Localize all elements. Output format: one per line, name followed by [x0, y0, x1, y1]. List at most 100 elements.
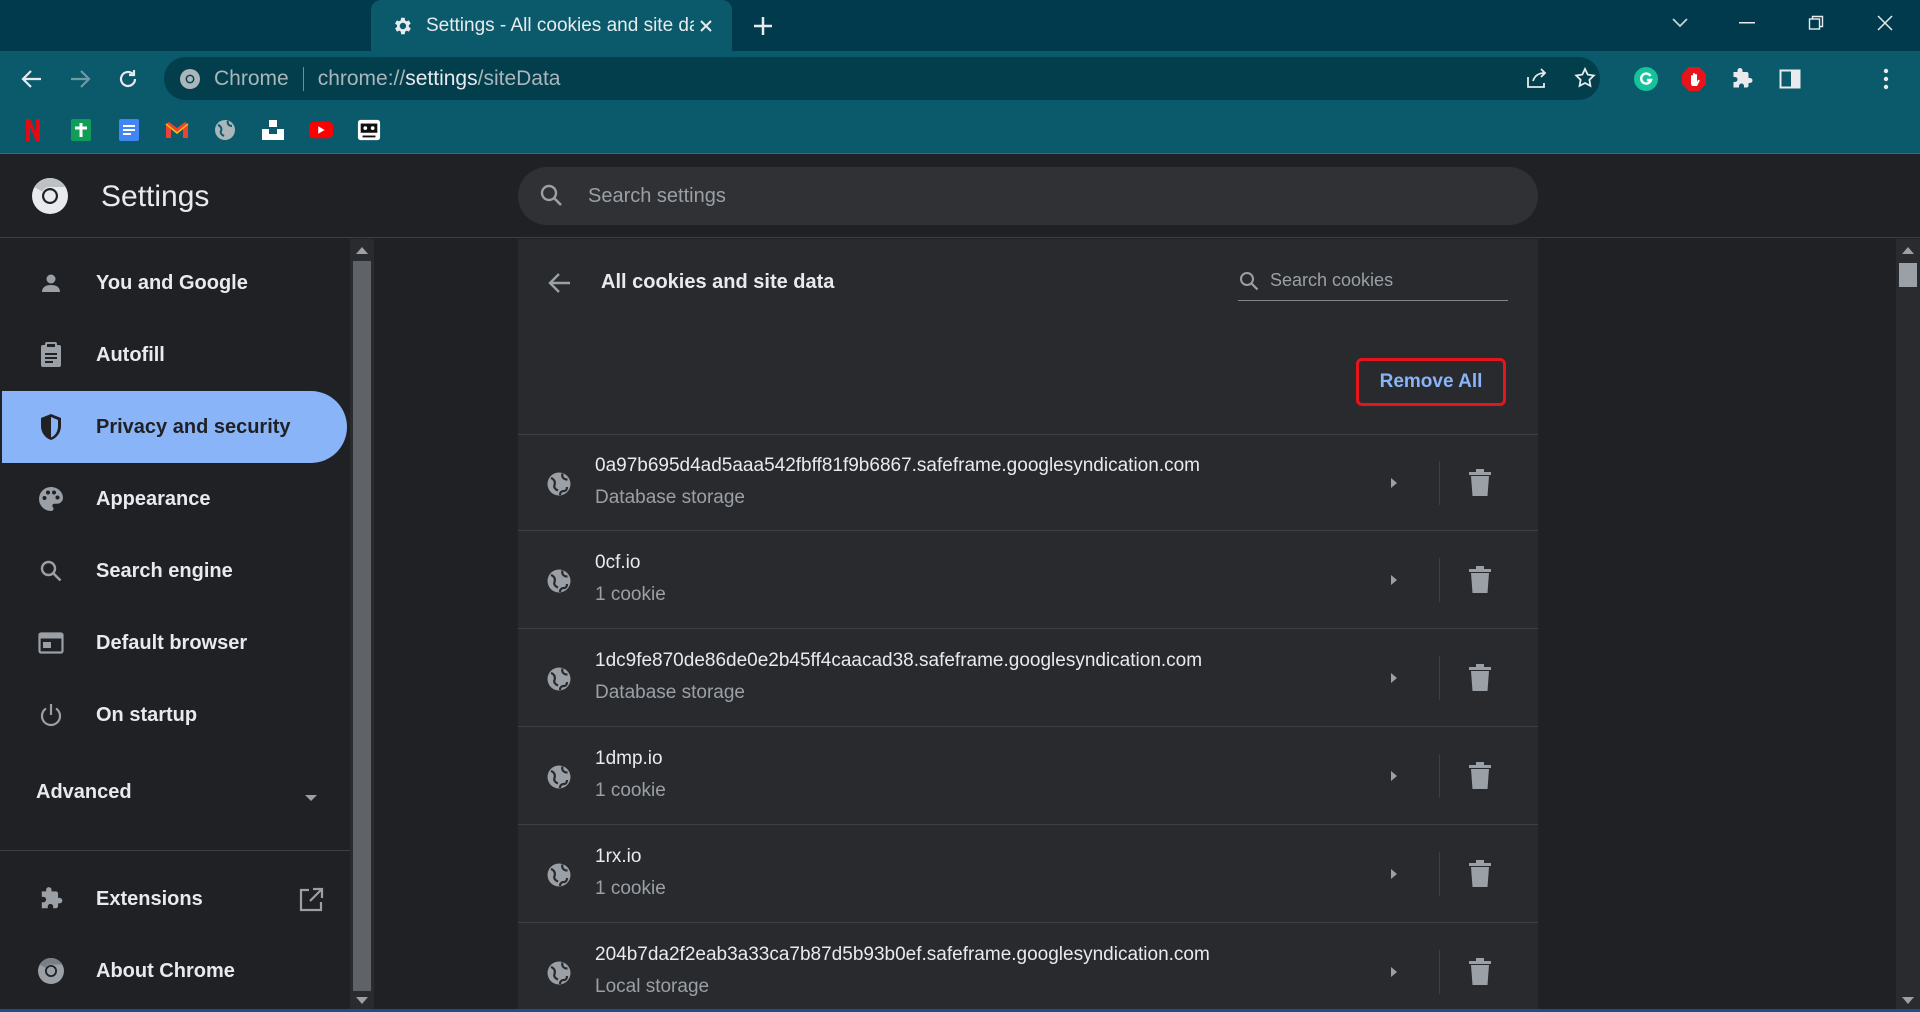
tab-search-icon[interactable] — [1660, 8, 1700, 38]
site-host: 0cf.io — [595, 552, 641, 573]
palette-icon — [36, 484, 66, 514]
globe-icon — [547, 765, 571, 789]
extensions-puzzle-icon[interactable] — [1726, 63, 1758, 95]
scroll-down-arrow-icon[interactable] — [1902, 997, 1914, 1004]
search-cookies-input[interactable]: Search cookies — [1238, 261, 1508, 301]
sidebar-scrollbar[interactable] — [350, 239, 374, 1012]
site-host: 204b7da2f2eab3a33ca7b87d5b93b0ef.safefra… — [595, 944, 1210, 965]
trash-icon[interactable] — [1466, 468, 1494, 498]
bot-icon[interactable] — [357, 118, 381, 142]
new-tab-icon[interactable] — [749, 12, 777, 40]
remove-all-button[interactable]: Remove All — [1356, 358, 1506, 406]
site-data-row[interactable]: 0a97b695d4ad5aaa542fbff81f9b6867.safefra… — [518, 434, 1538, 531]
page-title: Settings — [101, 180, 210, 213]
sidebar-advanced-toggle[interactable]: Advanced — [36, 781, 132, 804]
minimize-icon[interactable] — [1727, 8, 1767, 38]
caret-down-icon[interactable] — [300, 787, 322, 809]
scroll-up-arrow-icon[interactable] — [1902, 247, 1914, 254]
expand-arrow-icon[interactable] — [1386, 768, 1402, 784]
row-separator — [1439, 754, 1440, 798]
back-arrow-icon[interactable] — [546, 269, 574, 297]
close-tab-icon[interactable] — [694, 14, 718, 38]
sidebar-item-search-engine[interactable]: Search engine — [2, 535, 347, 607]
sidebar-item-appearance[interactable]: Appearance — [2, 463, 347, 535]
main-scrollbar[interactable] — [1896, 239, 1920, 1012]
tab-strip: Settings - All cookies and site data — [0, 0, 1920, 51]
sidebar-item-label: Autofill — [96, 343, 165, 366]
globe-icon — [547, 961, 571, 985]
site-data-row[interactable]: 1dc9fe870de86de0e2b45ff4caacad38.safefra… — [518, 630, 1538, 727]
sidebar-item-label: About Chrome — [96, 959, 235, 982]
sidebar-item-privacy-and-security[interactable]: Privacy and security — [2, 391, 347, 463]
grammarly-icon[interactable] — [1630, 63, 1662, 95]
search-icon — [540, 184, 562, 206]
scrollbar-thumb[interactable] — [353, 261, 371, 991]
expand-arrow-icon[interactable] — [1386, 475, 1402, 491]
url-text: chrome://settings/siteData — [317, 66, 561, 90]
tab-settings[interactable]: Settings - All cookies and site data — [371, 0, 732, 51]
address-bar[interactable]: Chrome chrome://settings/siteData — [164, 57, 1600, 100]
row-separator — [1439, 461, 1440, 505]
globe-icon — [547, 863, 571, 887]
trash-icon[interactable] — [1466, 761, 1494, 791]
chrome-logo-icon — [32, 178, 68, 214]
scrollbar-thumb[interactable] — [1899, 263, 1917, 287]
globe-icon — [547, 472, 571, 496]
menu-kebab-icon[interactable] — [1870, 63, 1902, 95]
gmail-icon[interactable] — [165, 118, 189, 142]
row-separator — [1439, 852, 1440, 896]
site-data-row[interactable]: 1dmp.io 1 cookie — [518, 728, 1538, 825]
open-in-new-icon[interactable] — [296, 885, 326, 915]
site-data-row[interactable]: 204b7da2f2eab3a33ca7b87d5b93b0ef.safefra… — [518, 924, 1538, 1012]
trash-icon[interactable] — [1466, 957, 1494, 987]
site-host: 1dc9fe870de86de0e2b45ff4caacad38.safefra… — [595, 650, 1203, 671]
sidebar-item-label: Appearance — [96, 487, 211, 510]
bookmark-star-icon[interactable] — [1570, 63, 1600, 93]
sidebar-item-on-startup[interactable]: On startup — [2, 679, 347, 751]
sidebar-divider — [0, 850, 350, 851]
expand-arrow-icon[interactable] — [1386, 572, 1402, 588]
search-settings-input[interactable]: Search settings — [518, 167, 1538, 225]
back-icon[interactable] — [16, 63, 48, 95]
search-icon — [1240, 271, 1259, 290]
restore-icon[interactable] — [1796, 8, 1836, 38]
expand-arrow-icon[interactable] — [1386, 670, 1402, 686]
search-cookies-placeholder: Search cookies — [1270, 270, 1394, 290]
search-icon — [36, 556, 66, 586]
site-data-row[interactable]: 1rx.io 1 cookie — [518, 826, 1538, 923]
forward-icon[interactable] — [64, 63, 96, 95]
side-panel-icon[interactable] — [1774, 63, 1806, 95]
sidebar-item-autofill[interactable]: Autofill — [2, 319, 347, 391]
sidebar-item-default-browser[interactable]: Default browser — [2, 607, 347, 679]
google-docs-icon[interactable] — [117, 118, 141, 142]
adblock-icon[interactable] — [1678, 63, 1710, 95]
power-icon — [36, 700, 66, 730]
netflix-icon[interactable] — [21, 118, 45, 142]
trash-icon[interactable] — [1466, 663, 1494, 693]
settings-sidebar: You and Google Autofill Privacy and secu… — [0, 239, 350, 1012]
sidebar-item-label: Extensions — [96, 887, 203, 910]
scroll-down-arrow-icon[interactable] — [356, 997, 368, 1004]
site-data-detail: 1 cookie — [595, 878, 666, 899]
google-sheets-icon[interactable] — [69, 118, 93, 142]
sidebar-item-label: Default browser — [96, 631, 248, 654]
unsplash-icon[interactable] — [261, 118, 285, 142]
sidebar-item-you-and-google[interactable]: You and Google — [2, 247, 347, 319]
trash-icon[interactable] — [1466, 565, 1494, 595]
site-data-row[interactable]: 0cf.io 1 cookie — [518, 532, 1538, 629]
expand-arrow-icon[interactable] — [1386, 964, 1402, 980]
scroll-up-arrow-icon[interactable] — [356, 247, 368, 254]
reload-icon[interactable] — [112, 63, 144, 95]
trash-icon[interactable] — [1466, 859, 1494, 889]
tab-title: Settings - All cookies and site data — [426, 14, 694, 36]
omnibox-separator — [302, 66, 304, 91]
close-window-icon[interactable] — [1865, 8, 1905, 38]
clipboard-icon — [36, 340, 66, 370]
cookies-card: All cookies and site data Search cookies… — [518, 239, 1538, 1012]
expand-arrow-icon[interactable] — [1386, 866, 1402, 882]
share-icon[interactable] — [1522, 63, 1552, 93]
globe-icon[interactable] — [213, 118, 237, 142]
sidebar-item-about-chrome[interactable]: About Chrome — [2, 935, 347, 1007]
site-label: Chrome — [214, 66, 289, 90]
youtube-icon[interactable] — [309, 118, 333, 142]
